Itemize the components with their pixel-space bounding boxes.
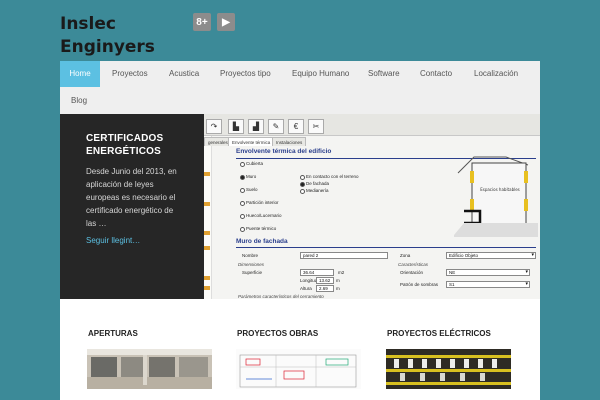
stairs-icon: ▟ xyxy=(248,119,264,134)
software-left-strip xyxy=(204,136,212,299)
nav-item-contacto[interactable]: Contacto xyxy=(420,61,452,87)
zona-label: Zona xyxy=(400,253,411,258)
nav-item-home[interactable]: Home xyxy=(60,61,100,87)
hero-caption: CERTIFICADOS ENERGÉTICOS Desde Junio del… xyxy=(60,114,204,299)
caracteristicas-label: Características xyxy=(398,262,429,267)
software-section2-title: Muro de fachada xyxy=(236,238,288,245)
orange-marker xyxy=(204,246,210,250)
hero-text: Desde Junio del 2013, en aplicación de l… xyxy=(86,167,177,228)
radio-suelo: Suelo xyxy=(240,187,258,193)
building-section-diagram: Espacios habitables xyxy=(454,156,538,237)
proyectos-electricos-thumbnail[interactable] xyxy=(386,349,511,389)
nav-item-localizacion[interactable]: Localización xyxy=(474,61,518,87)
youtube-icon[interactable]: ▶ xyxy=(217,13,235,31)
orange-marker xyxy=(204,276,210,280)
column-title-proyectos-obras[interactable]: PROYECTOS OBRAS xyxy=(237,329,318,338)
featured-columns: APERTURAS PROYECTOS OBRAS PROYECTOS ELÉC… xyxy=(60,299,540,400)
software-tab-instalaciones: Instalaciones xyxy=(272,137,307,146)
radio-puente: Puente térmico xyxy=(240,226,276,232)
wall-icon: ▙ xyxy=(228,119,244,134)
nav-item-blog[interactable]: Blog xyxy=(71,88,87,114)
euro-icon: € xyxy=(288,119,304,134)
main-nav: Home Proyectos Acustica Proyectos tipo E… xyxy=(60,61,540,114)
patron-label: Patrón de sombras xyxy=(400,282,439,287)
nav-item-equipo-humano[interactable]: Equipo Humano xyxy=(292,61,349,87)
longitud-label: Longitud xyxy=(300,278,318,283)
radio-cubierta: Cubierta xyxy=(240,161,263,167)
nav-item-software[interactable]: Software xyxy=(368,61,400,87)
orientacion-select: NE xyxy=(446,269,530,276)
altura-field: 2.69 xyxy=(316,285,334,292)
column-title-aperturas[interactable]: APERTURAS xyxy=(88,329,138,338)
altura-unit: m xyxy=(336,286,340,291)
orange-marker xyxy=(204,172,210,176)
radio-medianeria: Medianería xyxy=(300,188,329,194)
software-toolbar: ↷ ▙ ▟ ✎ € ✂ xyxy=(204,114,540,136)
site-title-line2: Enginyers xyxy=(60,37,155,57)
radio-terreno: En contacto con el terreno xyxy=(300,174,359,180)
nav-item-proyectos[interactable]: Proyectos xyxy=(112,61,148,87)
google-plus-icon[interactable]: 8+ xyxy=(193,13,211,31)
superficie-unit: m2 xyxy=(338,270,345,275)
dimensiones-label: Dimensiones xyxy=(238,262,265,267)
hero-title: CERTIFICADOS ENERGÉTICOS xyxy=(86,133,164,157)
nav-item-proyectos-tipo[interactable]: Proyectos tipo xyxy=(220,61,271,87)
radio-particion: Partición interior xyxy=(240,200,279,206)
hero-read-more-link[interactable]: Seguir llegint… xyxy=(86,236,140,245)
software-section-title: Envolvente térmica del edificio xyxy=(236,148,332,155)
altura-label: Altura xyxy=(300,286,312,291)
site-title-line1: Inslec xyxy=(60,14,116,34)
orientacion-label: Orientación xyxy=(400,270,424,275)
superficie-field: 36.64 xyxy=(300,269,334,276)
aperturas-thumbnail[interactable] xyxy=(87,349,212,389)
pencil-icon: ✎ xyxy=(268,119,284,134)
radio-hueco: Hueco/Lucernario xyxy=(240,213,282,219)
radio-muro: Muro xyxy=(240,174,256,180)
radio-fachada: De fachada xyxy=(300,181,329,187)
software-screenshot: ↷ ▙ ▟ ✎ € ✂ generales Envolvente térmica… xyxy=(204,114,540,299)
superficie-label: Superficie xyxy=(242,270,263,275)
zona-select: Edificio Objeto xyxy=(446,252,536,259)
site-title[interactable]: Inslec Enginyers xyxy=(60,13,155,59)
nav-item-acustica[interactable]: Acustica xyxy=(169,61,199,87)
nombre-label: Nombre xyxy=(242,253,259,258)
longitud-unit: m xyxy=(336,278,340,283)
column-title-proyectos-electricos[interactable]: PROYECTOS ELÉCTRICOS xyxy=(387,329,491,338)
patron-select: S1 xyxy=(446,281,530,288)
longitud-field: 13.62 xyxy=(316,277,334,284)
hero-slider: ↷ ▙ ▟ ✎ € ✂ generales Envolvente térmica… xyxy=(60,114,540,299)
redo-icon: ↷ xyxy=(206,119,222,134)
orange-marker xyxy=(204,202,210,206)
diagram-label: Espacios habitables xyxy=(480,187,520,192)
proyectos-obras-thumbnail[interactable] xyxy=(236,349,361,389)
nombre-field: pared 2 xyxy=(300,252,388,259)
orange-marker xyxy=(204,286,210,290)
orange-marker xyxy=(204,231,210,235)
software-tab-envolvente: Envolvente térmica xyxy=(228,137,275,146)
tools-icon: ✂ xyxy=(308,119,324,134)
section-rule xyxy=(236,247,536,248)
